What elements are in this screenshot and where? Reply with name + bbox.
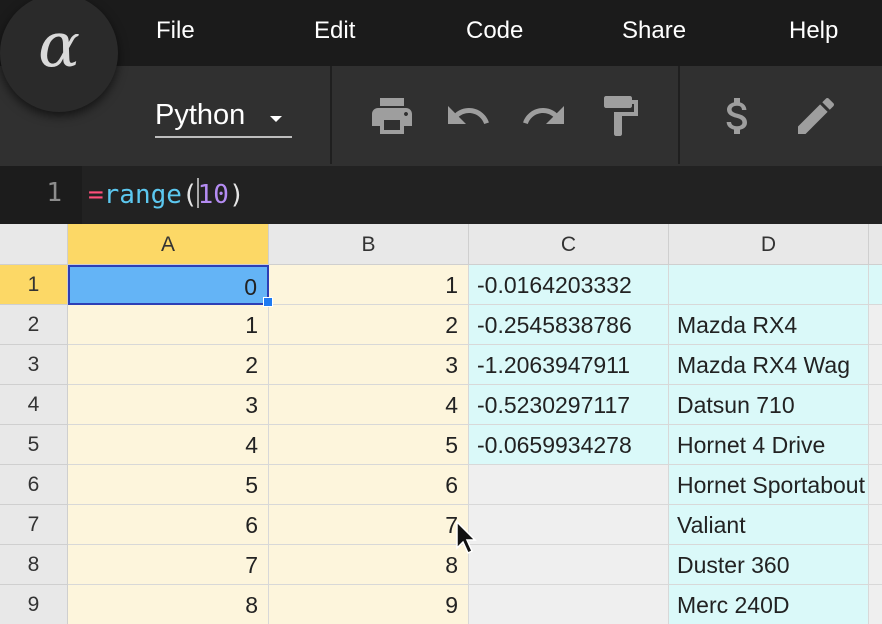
cell-b7[interactable]: 7 (269, 505, 469, 545)
dollar-icon[interactable] (714, 92, 762, 140)
formula-bar: 1 =range(10) (0, 166, 882, 224)
redo-icon[interactable] (520, 92, 568, 140)
cell-c1[interactable]: -0.0164203332 (469, 265, 669, 305)
cell-a7[interactable]: 6 (68, 505, 269, 545)
cell-a9[interactable]: 8 (68, 585, 269, 624)
formula-number-digit-2: 0 (213, 180, 229, 210)
formula-function: range (103, 180, 182, 210)
cell-e9[interactable] (869, 585, 882, 624)
cell-c9[interactable] (469, 585, 669, 624)
formula-number-digit-1: 1 (197, 180, 214, 210)
row-header-3[interactable]: 3 (0, 345, 68, 385)
cell-c5[interactable]: -0.0659934278 (469, 425, 669, 465)
toolbar-divider (678, 66, 680, 164)
cell-e2[interactable] (869, 305, 882, 345)
cell-e8[interactable] (869, 545, 882, 585)
cell-b6[interactable]: 6 (269, 465, 469, 505)
cell-c7[interactable] (469, 505, 669, 545)
column-header-c[interactable]: C (469, 224, 669, 265)
row-header-8[interactable]: 8 (0, 545, 68, 585)
select-all-corner[interactable] (0, 224, 68, 265)
cell-d4[interactable]: Datsun 710 (669, 385, 869, 425)
cell-c8[interactable] (469, 545, 669, 585)
print-icon[interactable] (368, 92, 416, 140)
row-header-1[interactable]: 1 (0, 265, 68, 305)
cell-e6[interactable] (869, 465, 882, 505)
column-header-d[interactable]: D (669, 224, 869, 265)
toolbar: Python (0, 66, 882, 166)
cell-d2[interactable]: Mazda RX4 (669, 305, 869, 345)
toolbar-divider (330, 66, 332, 164)
cell-d6[interactable]: Hornet Sportabout (669, 465, 869, 505)
menu-bar: File Edit Code Share Help (0, 0, 882, 66)
formula-open-paren: ( (181, 180, 198, 210)
cell-c3[interactable]: -1.2063947911 (469, 345, 669, 385)
cell-b9[interactable]: 9 (269, 585, 469, 624)
cell-d7[interactable]: Valiant (669, 505, 869, 545)
cell-c6[interactable] (469, 465, 669, 505)
cell-c2[interactable]: -0.2545838786 (469, 305, 669, 345)
cell-d8[interactable]: Duster 360 (669, 545, 869, 585)
cell-e1[interactable] (869, 265, 882, 305)
menu-edit[interactable]: Edit (314, 16, 355, 46)
menu-help[interactable]: Help (789, 16, 838, 46)
cell-d3[interactable]: Mazda RX4 Wag (669, 345, 869, 385)
cell-e4[interactable] (869, 385, 882, 425)
cell-a3[interactable]: 2 (68, 345, 269, 385)
cell-b8[interactable]: 8 (269, 545, 469, 585)
fill-handle[interactable] (263, 297, 273, 307)
cell-d5[interactable]: Hornet 4 Drive (669, 425, 869, 465)
menu-code[interactable]: Code (466, 16, 523, 46)
caret-down-icon (270, 116, 282, 122)
logo-glyph: α (38, 8, 80, 81)
column-header-e[interactable] (869, 224, 882, 265)
cell-b4[interactable]: 4 (269, 385, 469, 425)
column-header-a[interactable]: A (68, 224, 269, 265)
cell-a8[interactable]: 7 (68, 545, 269, 585)
cell-a4[interactable]: 3 (68, 385, 269, 425)
language-select[interactable]: Python (155, 96, 292, 138)
cell-a1[interactable]: 0 (68, 265, 269, 305)
line-number: 1 (46, 178, 62, 208)
cell-b3[interactable]: 3 (269, 345, 469, 385)
cell-a2[interactable]: 1 (68, 305, 269, 345)
column-header-b[interactable]: B (269, 224, 469, 265)
cell-d9[interactable]: Merc 240D (669, 585, 869, 624)
cell-b2[interactable]: 2 (269, 305, 469, 345)
language-label: Python (155, 99, 246, 131)
row-header-9[interactable]: 9 (0, 585, 68, 624)
cell-c4[interactable]: -0.5230297117 (469, 385, 669, 425)
cell-e5[interactable] (869, 425, 882, 465)
undo-icon[interactable] (444, 92, 492, 140)
formula-editor[interactable]: =range(10) (88, 178, 245, 212)
spreadsheet-grid: A B C D 1 0 1 -0.0164203332 2 1 2 -0.2545838786… (0, 224, 882, 624)
row-header-2[interactable]: 2 (0, 305, 68, 345)
cell-a5[interactable]: 4 (68, 425, 269, 465)
row-header-6[interactable]: 6 (0, 465, 68, 505)
cell-e7[interactable] (869, 505, 882, 545)
paint-roller-icon[interactable] (596, 92, 644, 140)
row-header-4[interactable]: 4 (0, 385, 68, 425)
menu-share[interactable]: Share (622, 16, 686, 46)
cell-d1[interactable] (669, 265, 869, 305)
pencil-icon[interactable] (792, 92, 840, 140)
row-header-7[interactable]: 7 (0, 505, 68, 545)
cell-b5[interactable]: 5 (269, 425, 469, 465)
cell-b1[interactable]: 1 (269, 265, 469, 305)
line-gutter: 1 (0, 166, 82, 224)
cell-a6[interactable]: 5 (68, 465, 269, 505)
formula-close-paren: ) (228, 180, 245, 210)
formula-equals: = (88, 180, 104, 210)
mouse-pointer-icon (456, 521, 477, 555)
cell-e3[interactable] (869, 345, 882, 385)
row-header-5[interactable]: 5 (0, 425, 68, 465)
menu-file[interactable]: File (156, 16, 195, 46)
